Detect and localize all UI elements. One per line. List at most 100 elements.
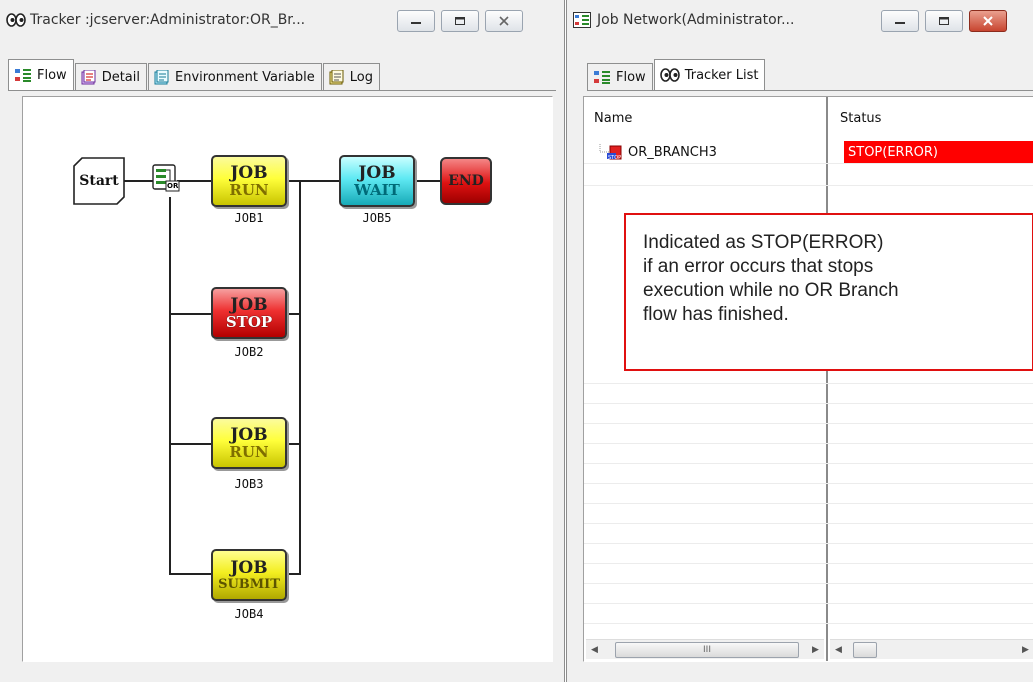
maximize-icon — [939, 17, 949, 25]
tracker-titlebar[interactable]: Tracker :jcserver:Administrator:OR_Br... — [0, 0, 564, 40]
job2-node[interactable]: JOB STOP — [211, 287, 287, 339]
status-column-scrollbar[interactable]: ◀ ▶ — [830, 639, 1033, 659]
scroll-thumb[interactable]: III — [615, 641, 799, 658]
job4-status-text: SUBMIT — [218, 576, 280, 592]
grid-line — [584, 503, 1033, 504]
connector — [169, 197, 171, 573]
callout-line: Indicated as STOP(ERROR) — [643, 232, 884, 253]
log-icon — [329, 69, 345, 85]
job3-node[interactable]: JOB RUN — [211, 417, 287, 469]
close-icon — [499, 16, 509, 26]
scroll-thumb[interactable] — [853, 641, 877, 658]
job2-label: JOB2 — [234, 345, 264, 359]
minimize-button[interactable] — [397, 10, 435, 32]
tab-divider — [8, 90, 556, 91]
tab-divider — [587, 90, 1033, 91]
connector — [287, 180, 339, 182]
job2-status-text: STOP — [225, 312, 273, 331]
tab-tracker-list[interactable]: Tracker List — [653, 59, 766, 90]
close-button[interactable] — [485, 10, 523, 32]
job5-line1: JOB — [358, 162, 396, 183]
minimize-button[interactable] — [881, 10, 919, 32]
grid-line — [584, 623, 1033, 624]
close-icon — [983, 16, 993, 26]
callout-line: flow has finished. — [643, 304, 789, 325]
grid-line — [584, 463, 1033, 464]
connector — [287, 313, 301, 315]
grid-line — [584, 483, 1033, 484]
grid-line — [584, 543, 1033, 544]
job4-label: JOB4 — [234, 607, 264, 621]
grid-line — [584, 403, 1033, 404]
tab-detail-label: Detail — [101, 69, 140, 85]
or-branch-icon[interactable]: OR — [151, 163, 181, 193]
job3-line1: JOB — [230, 424, 268, 445]
grid-line — [584, 163, 1033, 164]
job5-node[interactable]: JOB WAIT — [339, 155, 415, 207]
job1-status-text: RUN — [229, 180, 269, 199]
job3-label: JOB3 — [234, 477, 264, 491]
tab-log[interactable]: Log — [322, 63, 380, 90]
close-button[interactable] — [969, 10, 1007, 32]
tab-flow[interactable]: Flow — [8, 59, 74, 90]
job1-label: JOB1 — [234, 211, 264, 225]
tab-log-label: Log — [349, 69, 373, 85]
job1-line1: JOB — [230, 162, 268, 183]
grid-line — [584, 185, 1033, 186]
end-node[interactable]: END — [440, 157, 492, 205]
table-row[interactable]: STOP OR_BRANCH3 — [598, 142, 717, 162]
tab-flow[interactable]: Flow — [587, 63, 653, 90]
job3-status-text: RUN — [229, 442, 269, 461]
annotation-callout: Indicated as STOP(ERROR) if an error occ… — [624, 213, 1033, 371]
connector — [169, 313, 211, 315]
name-column-scrollbar[interactable]: ◀ III ▶ — [586, 639, 824, 659]
tab-detail[interactable]: Detail — [74, 63, 147, 90]
environment-variable-icon — [154, 69, 170, 85]
flow-icon — [593, 70, 611, 84]
connector — [415, 180, 440, 182]
or-branch-label: OR — [167, 182, 179, 190]
callout-line: execution while no OR Branch — [643, 280, 899, 301]
scroll-left-icon[interactable]: ◀ — [830, 641, 847, 659]
or-branch-row-icon: STOP — [599, 144, 622, 161]
column-header-status[interactable]: Status — [840, 111, 881, 126]
tab-tracker-list-label: Tracker List — [684, 67, 759, 83]
job5-label: JOB5 — [362, 211, 392, 225]
column-separator[interactable] — [826, 97, 828, 661]
scroll-right-icon[interactable]: ▶ — [1017, 641, 1033, 659]
job1-node[interactable]: JOB RUN — [211, 155, 287, 207]
connector — [124, 180, 154, 182]
tab-environment-variable[interactable]: Environment Variable — [147, 63, 322, 90]
window-title: Tracker :jcserver:Administrator:OR_Br... — [30, 12, 306, 28]
flow-canvas[interactable]: Start OR JOB RUN JOB1 JOB STOP JOB2 JOB … — [22, 96, 553, 662]
grid-line — [584, 523, 1033, 524]
window-title: Job Network(Administrator... — [597, 12, 795, 28]
job4-node[interactable]: JOB SUBMIT — [211, 549, 287, 601]
status-cell[interactable]: STOP(ERROR) — [844, 141, 1033, 163]
minimize-icon — [411, 22, 421, 24]
grid-line — [584, 443, 1033, 444]
flow-icon — [14, 68, 32, 82]
job4-line1: JOB — [230, 557, 268, 578]
connector — [169, 443, 211, 445]
grid-line — [584, 423, 1033, 424]
tracker-window: Tracker :jcserver:Administrator:OR_Br...… — [0, 0, 565, 682]
column-header-name[interactable]: Name — [594, 111, 632, 126]
tracker-list[interactable]: Name Status STOP OR_BRANCH3 STOP(ERROR) — [583, 96, 1033, 662]
job-network-icon — [573, 11, 593, 29]
maximize-button[interactable] — [441, 10, 479, 32]
connector — [169, 573, 211, 575]
connector — [287, 443, 301, 445]
grid-line — [584, 563, 1033, 564]
maximize-button[interactable] — [925, 10, 963, 32]
row-name-text: OR_BRANCH3 — [628, 144, 717, 160]
svg-text:STOP: STOP — [608, 155, 621, 161]
tracker-icon — [659, 68, 680, 82]
job5-status-text: WAIT — [354, 180, 400, 199]
scroll-left-icon[interactable]: ◀ — [586, 641, 603, 659]
grid-line — [584, 583, 1033, 584]
scroll-right-icon[interactable]: ▶ — [807, 641, 824, 659]
start-node[interactable]: Start — [73, 157, 125, 205]
tab-environment-variable-label: Environment Variable — [174, 69, 315, 85]
job-network-titlebar[interactable]: Job Network(Administrator... — [567, 0, 1033, 40]
